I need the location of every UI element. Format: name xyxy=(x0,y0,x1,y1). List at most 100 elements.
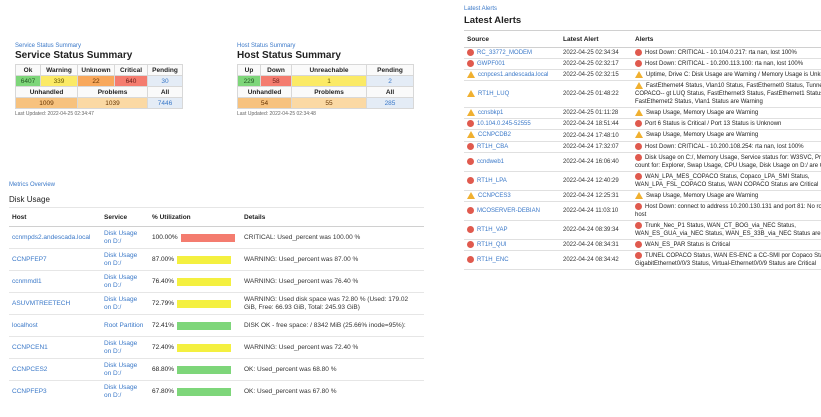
svc-header-unknown: Unknown xyxy=(77,64,115,76)
host-problems-count[interactable]: 55 xyxy=(291,97,367,109)
alert-source-link[interactable]: RT1H_LPA xyxy=(477,178,507,184)
metrics-breadcrumb[interactable]: Metrics Overview xyxy=(9,182,424,188)
svc-pending-count[interactable]: 30 xyxy=(147,75,183,87)
alert-row: RT1H_LUQ 2022-04-25 01:48:22 FastEthernet4… xyxy=(464,80,821,109)
disk-row-service[interactable]: Disk Usage on D:/ xyxy=(101,380,149,402)
svc-header-warning: Warning xyxy=(40,64,78,76)
disk-row-service[interactable]: Disk Usage on D:/ xyxy=(101,226,149,249)
alert-time: 2022-04-25 02:32:15 xyxy=(560,69,632,82)
alert-source-cell: ccnsbkp1 xyxy=(464,107,560,120)
alert-source-link[interactable]: RT1H_ENC xyxy=(477,257,509,263)
alert-source-link[interactable]: RT1H_CBA xyxy=(477,144,508,150)
disk-row-host[interactable]: CCNPFEP7 xyxy=(9,248,101,271)
warning-icon xyxy=(467,90,475,98)
alert-message[interactable]: FastEthernet4 Status, Vlan10 Status, Fas… xyxy=(635,83,821,105)
alert-source-link[interactable]: GWPF001 xyxy=(477,61,505,67)
host-up-count[interactable]: 229 xyxy=(237,75,261,87)
disk-row-service[interactable]: Disk Usage on D:/ xyxy=(101,270,149,293)
disk-row-host[interactable]: CCNPCEN1 xyxy=(9,336,101,359)
alert-source-cell: RC_33772_MODEM xyxy=(464,46,560,60)
disk-row-service[interactable]: Disk Usage on D:/ xyxy=(101,358,149,381)
host-unreachable-count[interactable]: 1 xyxy=(291,75,367,87)
alert-source-cell: 10.104.0.245-52555 xyxy=(464,118,560,131)
alert-source-link[interactable]: RC_33772_MODEM xyxy=(477,50,532,56)
alert-message[interactable]: WAN_ES_PAR Status is Critical xyxy=(645,242,730,248)
alert-row: RT1H_LPA 2022-04-24 12:40:29 WAN_LPA_MES_C… xyxy=(464,170,821,191)
disk-row-util-bar xyxy=(177,255,232,264)
alert-source-link[interactable]: RT1H_VAP xyxy=(477,227,507,233)
disk-row-host[interactable]: ccnmpds2.andescada.local xyxy=(9,226,101,249)
host-header-all: All xyxy=(366,86,414,98)
disk-row-service[interactable]: Root Partition xyxy=(101,314,149,337)
alert-message[interactable]: Swap Usage, Memory Usage are Warning xyxy=(646,193,758,199)
disk-header-details: Details xyxy=(241,207,424,227)
disk-row-service[interactable]: Disk Usage on D:/ xyxy=(101,292,149,315)
alert-message-cell: Port 6 Status is Critical / Port 13 Stat… xyxy=(632,118,821,131)
alert-source-link[interactable]: 10.104.0.245-52555 xyxy=(477,121,531,127)
alert-row: MCOSERVER-DEBIAN 2022-04-24 11:03:10 Host … xyxy=(464,200,821,221)
disk-row-service[interactable]: Disk Usage on D:/ xyxy=(101,336,149,359)
disk-usage-row: CCNPCES2 Disk Usage on D:/68.80% OK: Used_… xyxy=(9,358,424,381)
alert-source-link[interactable]: CCNPCDB2 xyxy=(478,133,511,139)
alert-time: 2022-04-24 16:06:40 xyxy=(560,151,632,172)
alert-message[interactable]: Trunk_Nec_P1 Status, WAN_CT_BOG_via_NEC … xyxy=(635,223,821,237)
alerts-header-latest: Latest Alert xyxy=(560,30,632,48)
alerts-breadcrumb[interactable]: Latest Alerts xyxy=(464,6,821,12)
alert-source-cell: RT1H_ENC xyxy=(464,250,560,271)
svc-critical-count[interactable]: 640 xyxy=(114,75,148,87)
alert-message[interactable]: Swap Usage, Memory Usage are Warning xyxy=(646,110,758,116)
disk-row-host[interactable]: localhost xyxy=(9,314,101,337)
alert-source-link[interactable]: ccnsbkp1 xyxy=(478,110,503,116)
disk-row-host[interactable]: ccnmmdl1 xyxy=(9,270,101,293)
alert-message[interactable]: Host Down: connect to address 10.200.130… xyxy=(635,204,821,218)
host-pending-count[interactable]: 2 xyxy=(366,75,414,87)
alert-message[interactable]: Swap Usage, Memory Usage are Warning xyxy=(646,133,758,139)
alert-message-cell: Host Down: CRITICAL - 10.104.0.217: rta … xyxy=(632,46,821,60)
disk-row-host[interactable]: CCNPCES2 xyxy=(9,358,101,381)
disk-row-host[interactable]: CCNPFEP3 xyxy=(9,380,101,402)
warning-icon xyxy=(635,82,643,90)
disk-row-host[interactable]: ASUVMTREETECH xyxy=(9,292,101,315)
alert-source-link[interactable]: RT1H_QUI xyxy=(477,242,507,248)
alert-message[interactable]: WAN_LPA_MES_COPACO Status, Copaco_LPA_SM… xyxy=(635,174,818,188)
critical-icon xyxy=(635,60,642,68)
alert-message[interactable]: Disk Usage on C:/, Memory Usage, Service… xyxy=(635,155,821,169)
alert-source-cell: RT1H_LUQ xyxy=(464,80,560,109)
host-all-count[interactable]: 285 xyxy=(366,97,414,109)
host-down-count[interactable]: 58 xyxy=(260,75,292,87)
svc-unhandled-count[interactable]: 1009 xyxy=(15,97,78,109)
alert-source-link[interactable]: CCNPCES3 xyxy=(478,193,511,199)
disk-row-details: CRITICAL: Used_percent was 100.00 % xyxy=(241,226,424,249)
alert-time: 2022-04-24 12:25:31 xyxy=(560,189,632,202)
alert-source-link[interactable]: ccnpces1.andescada.local xyxy=(478,72,548,78)
warning-icon xyxy=(467,191,475,199)
alert-message[interactable]: Port 6 Status is Critical / Port 13 Stat… xyxy=(645,121,781,127)
alert-source-link[interactable]: MCOSERVER-DEBIAN xyxy=(477,208,540,214)
svc-warning-count[interactable]: 339 xyxy=(40,75,78,87)
svc-ok-count[interactable]: 6407 xyxy=(15,75,41,87)
alert-row: CCNPCDB2 2022-04-24 17:48:10 Swap Usage, M… xyxy=(464,129,821,142)
host-unhandled-count[interactable]: 54 xyxy=(237,97,292,109)
critical-icon xyxy=(635,252,642,260)
disk-row-utilization-cell: 67.80% xyxy=(149,380,241,402)
svc-all-count[interactable]: 7446 xyxy=(147,97,183,109)
alert-message[interactable]: TUNEL COPACO Status, WAN ES-ENC a CC-SMI… xyxy=(635,253,821,267)
disk-usage-row: ASUVMTREETECH Disk Usage on D:/72.79% WARN… xyxy=(9,292,424,315)
alert-source-link[interactable]: RT1H_LUQ xyxy=(478,91,509,97)
alert-source-cell: ccndweb1 xyxy=(464,151,560,172)
host-summary-breadcrumb[interactable]: Host Status Summary xyxy=(237,43,414,49)
disk-row-service[interactable]: Disk Usage on D:/ xyxy=(101,248,149,271)
alert-message[interactable]: Host Down: CRITICAL - 10.200.108.254: rt… xyxy=(645,144,804,150)
svc-problems-count[interactable]: 1039 xyxy=(77,97,148,109)
alert-time: 2022-04-25 02:34:34 xyxy=(560,46,632,60)
disk-row-util-bar xyxy=(177,277,232,286)
svc-unknown-count[interactable]: 22 xyxy=(77,75,115,87)
alert-row: RT1H_ENC 2022-04-24 08:34:42 TUNEL COPACO … xyxy=(464,250,821,271)
service-summary-breadcrumb[interactable]: Service Status Summary xyxy=(15,43,183,49)
alert-message[interactable]: Host Down: CRITICAL - 10.104.0.217: rta … xyxy=(645,50,797,56)
alert-message[interactable]: Host Down: CRITICAL - 10.200.113.100: rt… xyxy=(645,61,803,67)
host-header-down: Down xyxy=(260,64,292,76)
alert-source-link[interactable]: ccndweb1 xyxy=(477,159,504,165)
disk-usage-row: CCNPCEN1 Disk Usage on D:/72.40% WARNING: … xyxy=(9,336,424,359)
alert-message[interactable]: Uptime, Drive C: Disk Usage are Warning … xyxy=(646,72,821,78)
